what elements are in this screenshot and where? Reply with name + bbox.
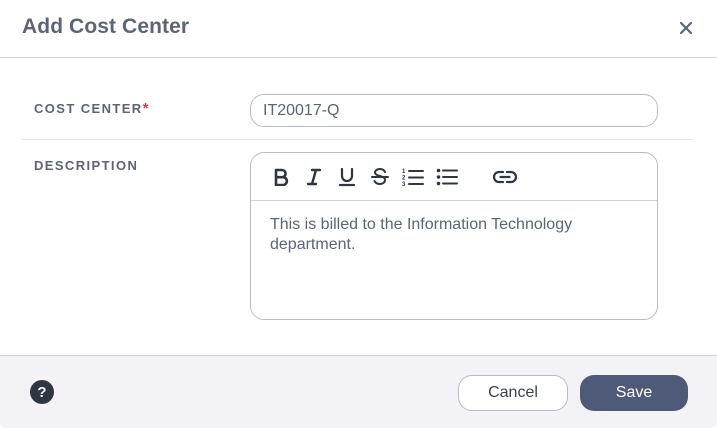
strikethrough-icon bbox=[371, 167, 389, 186]
row-divider bbox=[22, 139, 694, 140]
dialog-title: Add Cost Center bbox=[22, 15, 190, 38]
description-label: DESCRIPTION bbox=[34, 158, 139, 173]
close-button[interactable] bbox=[675, 17, 697, 39]
cancel-button[interactable]: Cancel bbox=[458, 375, 568, 411]
cost-center-label: COST CENTER* bbox=[34, 100, 148, 117]
editor-toolbar: 1 2 3 bbox=[251, 153, 657, 201]
strikethrough-button[interactable] bbox=[367, 164, 393, 190]
unordered-list-icon bbox=[436, 168, 458, 186]
dialog-header: Add Cost Center bbox=[0, 0, 717, 58]
help-icon: ? bbox=[37, 383, 47, 401]
add-cost-center-dialog: Add Cost Center COST CENTER* DESCRIPTION bbox=[0, 0, 717, 428]
description-text[interactable]: This is billed to the Information Techno… bbox=[270, 215, 640, 255]
unordered-list-button[interactable] bbox=[434, 164, 460, 190]
close-icon bbox=[679, 21, 693, 35]
underline-icon bbox=[338, 167, 356, 187]
cost-center-input[interactable] bbox=[250, 94, 658, 127]
svg-text:2: 2 bbox=[402, 176, 406, 182]
bold-icon bbox=[274, 168, 289, 186]
underline-button[interactable] bbox=[334, 164, 360, 190]
svg-text:3: 3 bbox=[402, 182, 406, 187]
link-button[interactable] bbox=[492, 164, 518, 190]
link-icon bbox=[493, 170, 517, 184]
help-button[interactable]: ? bbox=[30, 380, 54, 404]
dialog-footer: ? Cancel Save bbox=[0, 355, 717, 428]
bold-button[interactable] bbox=[268, 164, 294, 190]
description-editor[interactable]: 1 2 3 This is billed to the Information … bbox=[250, 152, 658, 320]
required-marker: * bbox=[142, 100, 149, 117]
italic-icon bbox=[306, 168, 322, 186]
save-button[interactable]: Save bbox=[580, 375, 688, 411]
italic-button[interactable] bbox=[301, 164, 327, 190]
ordered-list-icon: 1 2 3 bbox=[402, 169, 424, 187]
cost-center-label-text: COST CENTER bbox=[34, 101, 143, 116]
svg-text:1: 1 bbox=[402, 169, 406, 175]
ordered-list-button[interactable]: 1 2 3 bbox=[400, 164, 426, 190]
